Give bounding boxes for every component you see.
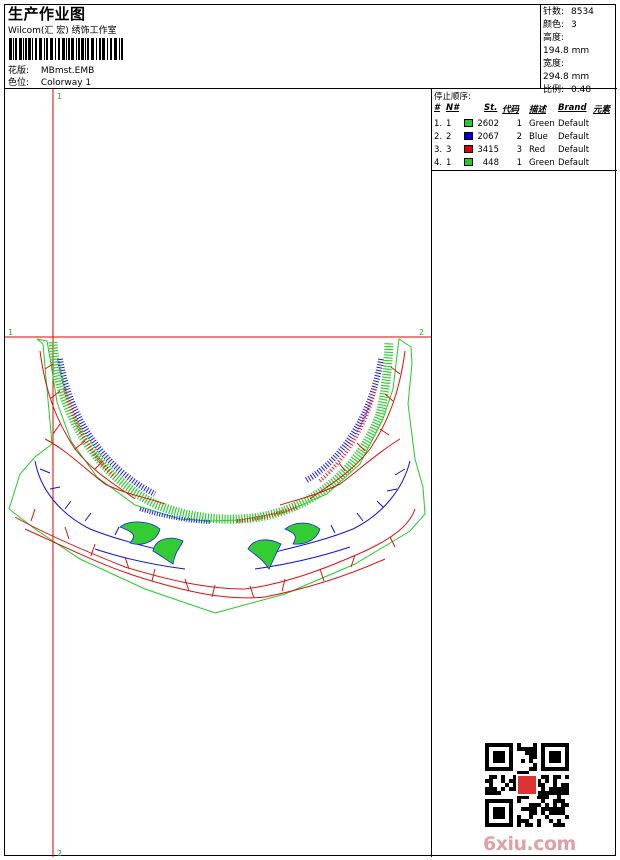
embroidery-design: 1 2 1 2	[5, 89, 431, 857]
row-index: 1.	[434, 119, 443, 129]
stop-row: 2. 2 2067 2 Blue Default	[432, 132, 617, 145]
watermark: 6xiu.com	[483, 833, 576, 855]
row-code: 2	[516, 132, 522, 142]
row-stitches: 2067	[477, 132, 499, 142]
row-needle: 1	[446, 119, 452, 129]
h-guide-left-label: 1	[8, 328, 13, 337]
row-index: 4.	[434, 158, 443, 168]
design-stats: 针数: 8534 颜色: 3 高度:194.8 mm 宽度:294.8 mm 比例:…	[541, 5, 617, 95]
stat-height: 高度:194.8 mm	[543, 33, 590, 56]
row-code: 1	[516, 119, 522, 129]
row-description: Red	[529, 145, 546, 155]
col-index: #	[434, 103, 440, 113]
col-description: 描述	[529, 105, 547, 115]
row-code: 1	[516, 158, 522, 168]
row-index: 3.	[434, 145, 443, 155]
row-brand: Default	[558, 145, 590, 155]
row-brand: Default	[558, 132, 590, 142]
stop-sequence-panel: 停止顺序: # N# St. 代码 描述 Brand 元素 1. 1 2602 1 Gr…	[432, 89, 617, 171]
row-description: Blue	[529, 132, 548, 142]
row-stitches: 3415	[477, 145, 499, 155]
studio-name: Wilcom(汇 宏) 绣饰工作室	[8, 26, 117, 36]
v-guide-top-label: 1	[57, 92, 62, 101]
stat-stitches: 针数: 8534	[543, 7, 594, 17]
col-stitches: St.	[484, 103, 498, 113]
col-brand: Brand	[558, 103, 587, 113]
row-brand: Default	[558, 158, 590, 168]
color-swatch	[464, 145, 473, 153]
stop-row: 1. 1 2602 1 Green Default	[432, 119, 617, 132]
v-guide-bottom-label: 2	[57, 849, 62, 857]
red-vine-pattern	[14, 350, 416, 599]
row-brand: Default	[558, 119, 590, 129]
color-swatch	[464, 132, 473, 140]
row-stitches: 2602	[477, 119, 499, 129]
row-code: 3	[516, 145, 522, 155]
color-swatch	[464, 119, 473, 127]
stop-row: 3. 3 3415 3 Red Default	[432, 145, 617, 158]
row-description: Green	[529, 158, 555, 168]
col-code: 代码	[502, 105, 520, 115]
header-info: 生产作业图 Wilcom(汇 宏) 绣饰工作室 花版: MBmst.EMB 色位…	[5, 5, 541, 89]
colorway-value: Colorway 1	[40, 78, 92, 88]
leaf-motif-2	[152, 537, 184, 565]
row-needle: 2	[446, 132, 452, 142]
h-guide-right-label: 2	[419, 328, 424, 337]
leaf-motif-4	[284, 522, 321, 545]
colorway-label: 色位:	[8, 78, 30, 88]
row-stitches: 448	[482, 158, 499, 168]
stat-colors: 颜色: 3	[543, 20, 577, 30]
barcode-icon	[9, 38, 123, 60]
row-needle: 1	[446, 158, 452, 168]
row-needle: 3	[446, 145, 452, 155]
qr-code-icon	[485, 743, 569, 827]
design-canvas: 1 2 1 2	[5, 89, 432, 857]
leaf-motif-group	[119, 521, 321, 570]
sheet-title: 生产作业图	[8, 5, 86, 23]
stop-row: 4. 1 448 1 Green Default	[432, 158, 617, 171]
seal-icon	[518, 776, 536, 794]
collar-outline	[8, 338, 426, 614]
color-swatch	[464, 158, 473, 166]
stop-sequence-title: 停止顺序:	[434, 92, 471, 102]
leaf-motif-3	[247, 539, 282, 570]
green-feather-band	[48, 341, 394, 524]
production-sheet: 生产作业图 Wilcom(汇 宏) 绣饰工作室 花版: MBmst.EMB 色位…	[4, 4, 617, 857]
row-index: 2.	[434, 132, 443, 142]
colorway-row: 色位: Colorway 1	[8, 75, 91, 88]
row-description: Green	[529, 119, 555, 129]
col-element: 元素	[593, 105, 611, 115]
blue-feather-right	[303, 358, 384, 484]
col-needle: N#	[446, 103, 460, 113]
stat-width: 宽度:294.8 mm	[543, 59, 590, 82]
